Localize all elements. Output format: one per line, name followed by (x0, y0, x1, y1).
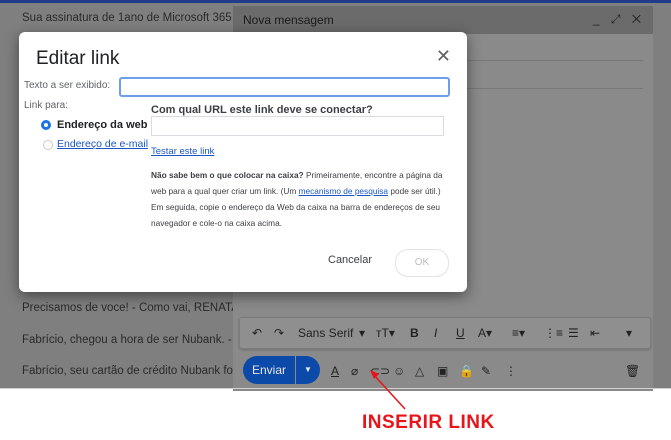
insert-link-callout: INSERIR LINK (362, 412, 495, 433)
callout-arrow (370, 370, 406, 410)
